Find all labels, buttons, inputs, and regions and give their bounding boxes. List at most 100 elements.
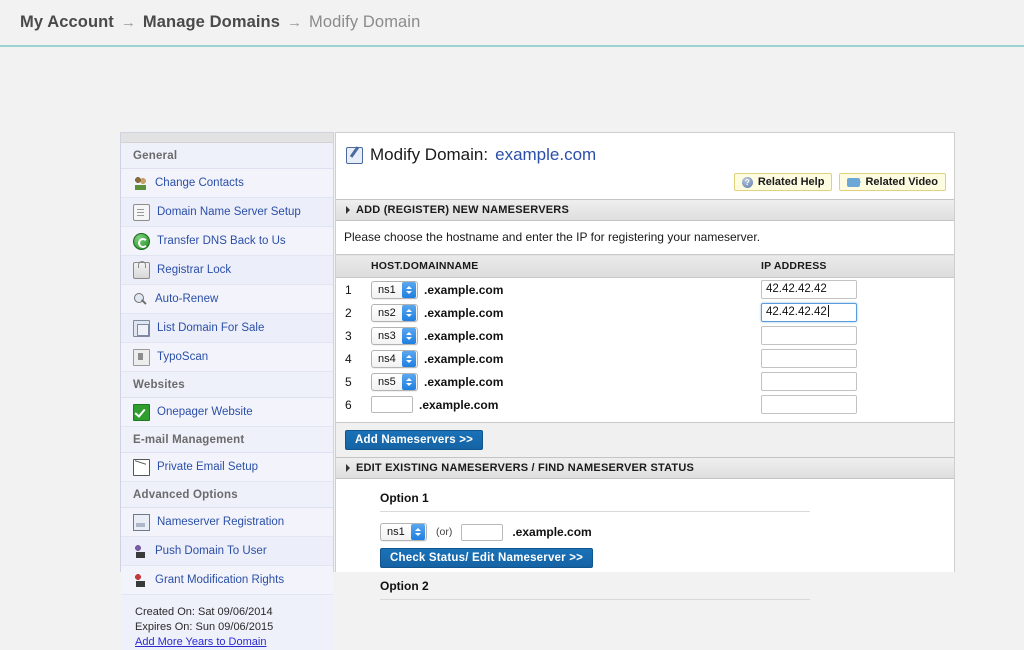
nameserver-table: HOST.DOMAINNAME IP ADDRESS 1 ns1 .exampl… [336, 254, 954, 416]
sidebar-item-label: Domain Name Server Setup [157, 206, 301, 218]
host-select[interactable]: ns5 [371, 372, 418, 391]
edit-pencil-icon [346, 146, 363, 164]
sidebar-item-change-contacts[interactable]: Change Contacts [121, 169, 333, 198]
related-help-label: Related Help [757, 176, 825, 188]
sidebar-footer: Created On: Sat 09/06/2014 Expires On: S… [121, 595, 333, 650]
sidebar-top-strip [121, 133, 333, 143]
option-1-select-value: ns1 [387, 526, 405, 538]
ip-address-input-focused[interactable]: 42.42.42.42 [761, 303, 857, 322]
table-row: 6 .example.com [336, 393, 954, 416]
sidebar-item-label: Push Domain To User [155, 545, 267, 557]
table-row: 5 ns5 .example.com [336, 370, 954, 393]
host-select-value: ns4 [378, 352, 396, 365]
intro-text: Please choose the hostname and enter the… [344, 230, 761, 244]
row-number: 1 [345, 282, 352, 297]
host-select-value: ns3 [378, 329, 396, 342]
green-check-icon [133, 403, 150, 421]
sidebar-item-label: List Domain For Sale [157, 322, 265, 334]
host-field-group: ns3 .example.com [371, 326, 761, 345]
section-header-label: EDIT EXISTING NAMESERVERS / FIND NAMESER… [356, 462, 695, 474]
domain-suffix: .example.com [424, 374, 504, 389]
sidebar-item-nameserver-registration[interactable]: Nameserver Registration [121, 508, 333, 537]
table-row: 2 ns2 .example.com 42.42.42.42 [336, 301, 954, 324]
sidebar-item-list-domain-for-sale[interactable]: List Domain For Sale [121, 314, 333, 343]
column-ip: IP ADDRESS [761, 254, 954, 278]
section-header-add-nameservers[interactable]: ADD (REGISTER) NEW NAMESERVERS [336, 199, 954, 221]
add-more-years-link[interactable]: Add More Years to Domain [135, 636, 266, 648]
row-number: 6 [345, 397, 352, 412]
option-1-or-label: (or) [436, 526, 453, 538]
magnifier-icon [133, 292, 148, 307]
breadcrumb-item-manage-domains[interactable]: Manage Domains [143, 13, 280, 32]
page-title-prefix: Modify Domain: [370, 145, 489, 164]
sidebar-item-dns-setup[interactable]: Domain Name Server Setup [121, 198, 333, 227]
row-number: 5 [345, 374, 352, 389]
people-icon [133, 175, 148, 191]
table-row: 1 ns1 .example.com 42.42.42.42 [336, 278, 954, 302]
server-icon [133, 513, 150, 531]
grant-user-icon [133, 572, 148, 588]
text-caret [827, 305, 829, 317]
ip-address-input[interactable] [761, 372, 857, 391]
sidebar-item-typoscan[interactable]: TypoScan [121, 343, 333, 372]
stepper-knob-icon [402, 281, 416, 298]
stepper-knob-icon [402, 350, 416, 367]
sidebar-item-onepager-website[interactable]: Onepager Website [121, 398, 333, 427]
sidebar-section-advanced: Advanced Options [121, 482, 333, 508]
host-text-input[interactable] [371, 396, 413, 413]
help-toolbar: ? Related Help Related Video [336, 171, 954, 199]
sidebar-section-websites: Websites [121, 372, 333, 398]
sidebar-item-private-email-setup[interactable]: Private Email Setup [121, 453, 333, 482]
option-2-rule [380, 599, 810, 600]
column-index [336, 254, 371, 278]
ip-address-input[interactable] [761, 395, 857, 414]
host-select[interactable]: ns3 [371, 326, 418, 345]
host-select-value: ns1 [378, 283, 396, 296]
related-video-button[interactable]: Related Video [839, 173, 946, 191]
sidebar-item-label: Nameserver Registration [157, 516, 285, 528]
question-mark-icon: ? [741, 176, 753, 188]
column-host: HOST.DOMAINNAME [371, 254, 761, 278]
sidebar-item-registrar-lock[interactable]: Registrar Lock [121, 256, 333, 285]
created-on-text: Created On: Sat 09/06/2014 [135, 606, 273, 618]
box-icon [133, 348, 150, 366]
breadcrumb-item-my-account[interactable]: My Account [20, 13, 114, 32]
host-select[interactable]: ns1 [371, 280, 418, 299]
sidebar-item-label: Auto-Renew [155, 293, 219, 305]
sidebar-item-push-domain-to-user[interactable]: Push Domain To User [121, 537, 333, 566]
host-select[interactable]: ns2 [371, 303, 418, 322]
sidebar-item-label: Private Email Setup [157, 461, 258, 473]
push-user-icon [133, 543, 148, 559]
related-help-button[interactable]: ? Related Help [733, 173, 833, 191]
host-field-group: ns2 .example.com [371, 303, 761, 322]
option-1-suffix: .example.com [512, 525, 592, 539]
ip-address-input[interactable]: 42.42.42.42 [761, 280, 857, 299]
host-select[interactable]: ns4 [371, 349, 418, 368]
section-header-edit-nameservers[interactable]: EDIT EXISTING NAMESERVERS / FIND NAMESER… [336, 457, 954, 479]
add-nameservers-button[interactable]: Add Nameservers >> [345, 430, 484, 450]
host-field-group: ns5 .example.com [371, 372, 761, 391]
table-row: 3 ns3 .example.com [336, 324, 954, 347]
sidebar-item-auto-renew[interactable]: Auto-Renew [121, 285, 333, 314]
table-header-row: HOST.DOMAINNAME IP ADDRESS [336, 254, 954, 278]
option-1-rule [380, 511, 810, 512]
table-row: 4 ns4 .example.com [336, 347, 954, 370]
stepper-knob-icon [402, 304, 416, 321]
option-1-host-input[interactable] [461, 523, 504, 541]
ip-address-input[interactable] [761, 349, 857, 368]
stepper-knob-icon [402, 373, 416, 390]
sidebar-item-grant-modification-rights[interactable]: Grant Modification Rights [121, 566, 333, 595]
domain-suffix: .example.com [424, 305, 504, 320]
option-1-host-select[interactable]: ns1 [380, 523, 427, 541]
sidebar-item-transfer-dns[interactable]: Transfer DNS Back to Us [121, 227, 333, 256]
ip-address-input[interactable] [761, 326, 857, 345]
check-status-edit-nameserver-button[interactable]: Check Status/ Edit Nameserver >> [380, 548, 594, 568]
sidebar-section-general: General [121, 143, 333, 169]
page-canvas: General Change Contacts Domain Name Serv… [0, 47, 1024, 650]
refresh-circle-icon [133, 232, 150, 250]
domain-suffix: .example.com [424, 351, 504, 366]
host-select-value: ns5 [378, 375, 396, 388]
main-panel: Modify Domain: example.com ? Related Hel… [335, 132, 955, 600]
domain-suffix: .example.com [419, 397, 499, 412]
document-icon [133, 203, 150, 221]
